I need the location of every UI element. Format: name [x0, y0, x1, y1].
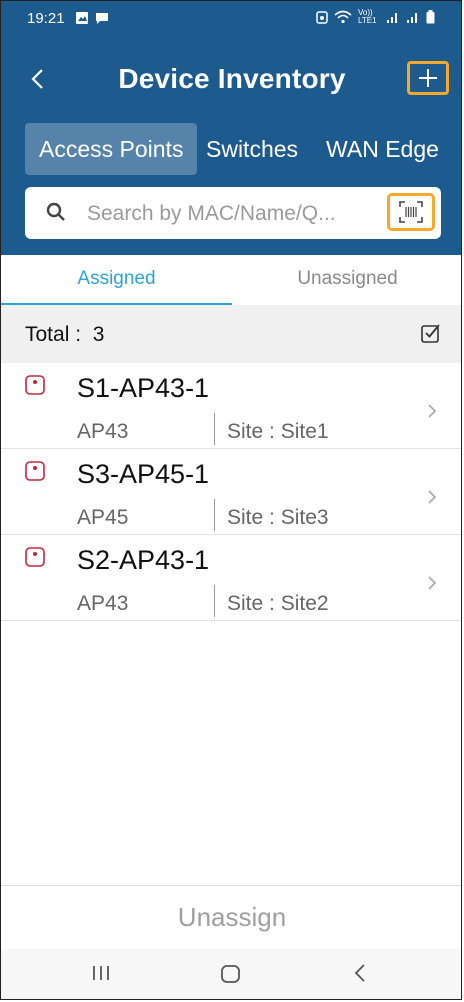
- search-icon: [46, 202, 65, 221]
- gallery-icon: [76, 12, 88, 24]
- chevron-right-icon: [428, 576, 437, 590]
- divider: [214, 499, 215, 531]
- search-bar: [25, 187, 441, 239]
- tab-assigned[interactable]: Assigned: [1, 255, 232, 305]
- device-name: S1-AP43-1: [77, 373, 210, 403]
- search-input[interactable]: [85, 196, 389, 232]
- tab-switches[interactable]: Switches: [206, 123, 298, 175]
- signal-icon-2: [407, 13, 417, 23]
- total-count: 3: [92, 323, 105, 346]
- device-type-tabs: Access Points Switches WAN Edge: [1, 123, 461, 177]
- total-bar: Total : 3: [1, 305, 461, 363]
- tab-access-points[interactable]: Access Points: [25, 123, 198, 175]
- battery-icon: [426, 10, 435, 24]
- list-item[interactable]: S3-AP45-1 AP45 Site : Site3: [1, 449, 461, 535]
- chevron-right-icon: [428, 490, 437, 504]
- nav-bar: Device Inventory: [1, 53, 461, 109]
- chat-icon: [96, 13, 108, 24]
- recent-apps-icon[interactable]: [91, 963, 111, 983]
- total-label: Total : 3: [25, 323, 104, 347]
- list-item[interactable]: S1-AP43-1 AP43 Site : Site1: [1, 363, 461, 449]
- list-item[interactable]: S2-AP43-1 AP43 Site : Site2: [1, 535, 461, 621]
- device-model: AP43: [77, 420, 129, 443]
- chevron-right-icon: [428, 404, 437, 418]
- home-icon[interactable]: [220, 963, 242, 985]
- device-site: Site : Site3: [227, 506, 329, 529]
- device-site: Site : Site2: [227, 592, 329, 615]
- device-site: Site : Site1: [227, 420, 329, 443]
- access-point-icon: [25, 547, 45, 567]
- tab-unassigned[interactable]: Unassigned: [232, 255, 461, 303]
- assignment-tabs: Assigned Unassigned: [1, 255, 461, 305]
- device-model: AP45: [77, 506, 129, 529]
- device-name: S2-AP43-1: [77, 545, 210, 575]
- app-screen: 19:21 Vo)) LTE1 Device Inventory Access …: [0, 0, 462, 1000]
- divider: [214, 413, 215, 445]
- access-point-icon: [25, 375, 45, 395]
- carrier-label: Vo)) LTE1: [358, 8, 377, 25]
- notification-icons: [75, 11, 109, 25]
- scan-barcode-button[interactable]: [387, 193, 435, 231]
- status-time: 19:21: [27, 10, 65, 27]
- barcode-scan-icon: [399, 201, 423, 223]
- wifi-icon: [334, 10, 352, 24]
- divider: [214, 585, 215, 617]
- page-title: Device Inventory: [118, 63, 346, 94]
- system-icons: Vo)) LTE1: [316, 9, 435, 25]
- add-device-button[interactable]: [407, 61, 449, 95]
- status-bar: 19:21 Vo)) LTE1: [1, 1, 461, 37]
- tab-wan-edge[interactable]: WAN Edge: [326, 123, 439, 175]
- action-footer: Unassign: [1, 885, 461, 950]
- header-block: 19:21 Vo)) LTE1 Device Inventory Access …: [1, 1, 461, 255]
- device-name: S3-AP45-1: [77, 459, 210, 489]
- total-text: Total :: [25, 323, 82, 346]
- device-list: S1-AP43-1 AP43 Site : Site1 S3-AP45-1 AP…: [1, 363, 461, 621]
- alarm-icon: [316, 11, 328, 24]
- device-model: AP43: [77, 592, 129, 615]
- access-point-icon: [25, 461, 45, 481]
- unassign-button[interactable]: Unassign: [1, 902, 461, 933]
- select-checkbox-icon[interactable]: [421, 323, 441, 343]
- back-nav-icon[interactable]: [353, 963, 367, 983]
- system-nav-bar: [1, 949, 461, 999]
- plus-icon: [419, 69, 437, 87]
- signal-icon: [387, 13, 397, 23]
